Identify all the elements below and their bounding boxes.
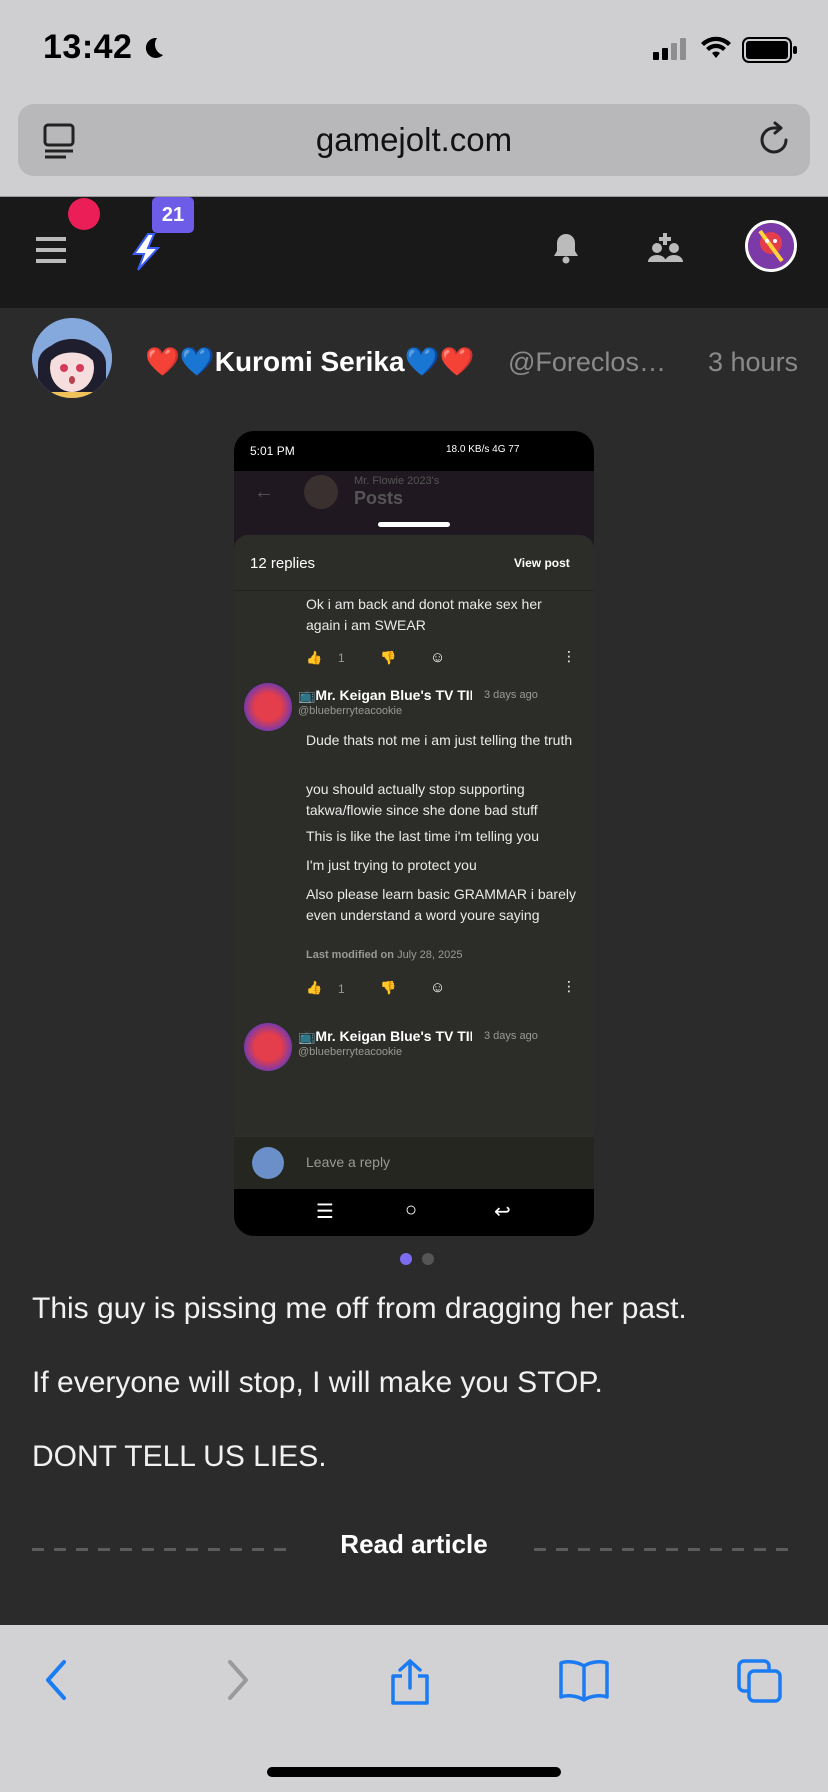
- site-nav-bar: [0, 197, 828, 308]
- thumbs-up-icon: 👍: [306, 650, 323, 665]
- reply2-paragraph: Also please learn basic GRAMMAR i barely…: [306, 886, 576, 923]
- pager-dot-active[interactable]: [400, 1253, 412, 1265]
- reply2-paragraph: This is like the last time i'm telling y…: [306, 828, 539, 844]
- replies-count: 12 replies: [250, 555, 316, 572]
- last-modified-label: Last modified on: [306, 949, 394, 961]
- image-status-bar: 5:01 PM 18.0 KB/s 4G 77: [234, 431, 594, 471]
- user-avatar-image: [748, 223, 794, 269]
- more-options-icon: ⋮: [562, 978, 576, 994]
- reply2-likes: 1: [338, 982, 345, 996]
- reply2-handle: @blueberryteacookie: [298, 705, 403, 717]
- reader-mode-icon[interactable]: [42, 123, 76, 159]
- reply2-avatar: [244, 683, 292, 731]
- author-avatar[interactable]: [32, 318, 112, 398]
- sticker-icon: ☺: [430, 649, 446, 666]
- moon-icon: [146, 37, 164, 58]
- post-body-paragraph: This guy is pissing me off from dragging…: [32, 1292, 687, 1325]
- view-post-link: View post: [514, 556, 570, 570]
- back-arrow-icon: ←: [254, 481, 274, 503]
- reply2-paragraph: Dude thats not me i am just telling the …: [306, 732, 573, 748]
- home-nav-icon: ○: [405, 1199, 418, 1221]
- post-body-paragraph: DONT TELL US LIES.: [32, 1440, 327, 1473]
- image-status-info: 18.0 KB/s 4G 77: [446, 444, 520, 455]
- reply2-paragraph: I'm just trying to protect you: [306, 857, 477, 873]
- reply3-handle: @blueberryteacookie: [298, 1046, 403, 1058]
- reply1-text: Ok i am back and donot make sex her agai…: [306, 596, 542, 633]
- hamburger-menu-icon[interactable]: [36, 237, 66, 263]
- post-body-paragraph: If everyone will stop, I will make you S…: [32, 1366, 603, 1399]
- battery-icon: [742, 37, 797, 63]
- author-avatar-image: [32, 318, 112, 398]
- reply1-likes: 1: [338, 651, 345, 665]
- reply-input-bar: Leave a reply: [234, 1137, 594, 1189]
- status-time-text: 13:42: [43, 28, 133, 66]
- read-article-button[interactable]: Read article: [0, 1529, 828, 1560]
- activity-count-badge: 21: [152, 197, 194, 233]
- reply3-author: 📺Mr. Keigan Blue's TV TIM: [298, 1028, 472, 1044]
- reply-input-avatar: [252, 1147, 284, 1179]
- notification-dot: [68, 198, 100, 230]
- leave-reply-placeholder: Leave a reply: [306, 1154, 391, 1170]
- user-avatar[interactable]: [745, 220, 797, 272]
- gamejolt-bolt-icon[interactable]: [128, 232, 164, 272]
- divider-right: [534, 1548, 796, 1551]
- share-icon[interactable]: [388, 1658, 432, 1706]
- bell-icon[interactable]: [552, 232, 580, 264]
- image-android-navbar: ☰ ○ ↩: [234, 1189, 594, 1236]
- image-header-title: Posts: [354, 488, 404, 508]
- image-app-avatar: [304, 475, 338, 509]
- bookmarks-icon[interactable]: [558, 1658, 610, 1702]
- replies-sheet: 12 replies View post Ok i am back and do…: [234, 535, 594, 1135]
- more-options-icon: ⋮: [562, 648, 576, 664]
- thumbs-up-icon: 👍: [306, 980, 323, 995]
- back-icon[interactable]: [42, 1658, 72, 1702]
- address-bar[interactable]: gamejolt.com: [18, 104, 810, 176]
- cellular-signal-icon: [653, 38, 686, 60]
- reply2-time: 3 days ago: [484, 689, 538, 701]
- reply2-author: 📺Mr. Keigan Blue's TV TIM: [298, 687, 472, 703]
- reload-icon[interactable]: [756, 120, 792, 158]
- reply3-avatar: [244, 1023, 292, 1071]
- post-image[interactable]: 5:01 PM 18.0 KB/s 4G 77 ← Mr. Flowie 202…: [234, 431, 594, 1236]
- menu-nav-icon: ☰: [316, 1201, 334, 1223]
- sticker-icon: ☺: [430, 979, 446, 996]
- sheet-divider: [234, 590, 594, 591]
- last-modified-date: July 28, 2025: [397, 949, 463, 961]
- reply2-paragraph: you should actually stop supporting takw…: [306, 781, 538, 818]
- post-time: 3 hours: [708, 347, 799, 377]
- pager-dot[interactable]: [422, 1253, 435, 1265]
- wifi-icon: [701, 36, 731, 58]
- sheet-drag-handle: [378, 522, 450, 527]
- author-handle[interactable]: @Foreclosu...: [508, 347, 676, 378]
- thumbs-down-icon: 👎: [380, 980, 397, 995]
- thumbs-down-icon: 👎: [380, 650, 397, 665]
- forward-icon[interactable]: [222, 1658, 252, 1702]
- url-text[interactable]: gamejolt.com: [18, 104, 810, 176]
- image-status-time: 5:01 PM: [250, 444, 295, 458]
- image-pager: [397, 1252, 437, 1270]
- back-nav-icon: ↩: [494, 1201, 511, 1223]
- friend-requests-icon[interactable]: [648, 232, 684, 264]
- image-header-sub: Mr. Flowie 2023's: [354, 475, 440, 487]
- home-indicator: [267, 1767, 561, 1777]
- reply3-time: 3 days ago: [484, 1030, 538, 1042]
- status-time: 13:42: [43, 28, 166, 67]
- tabs-icon[interactable]: [736, 1658, 784, 1704]
- author-name[interactable]: ❤️💙Kuromi Serika💙❤️: [145, 345, 474, 378]
